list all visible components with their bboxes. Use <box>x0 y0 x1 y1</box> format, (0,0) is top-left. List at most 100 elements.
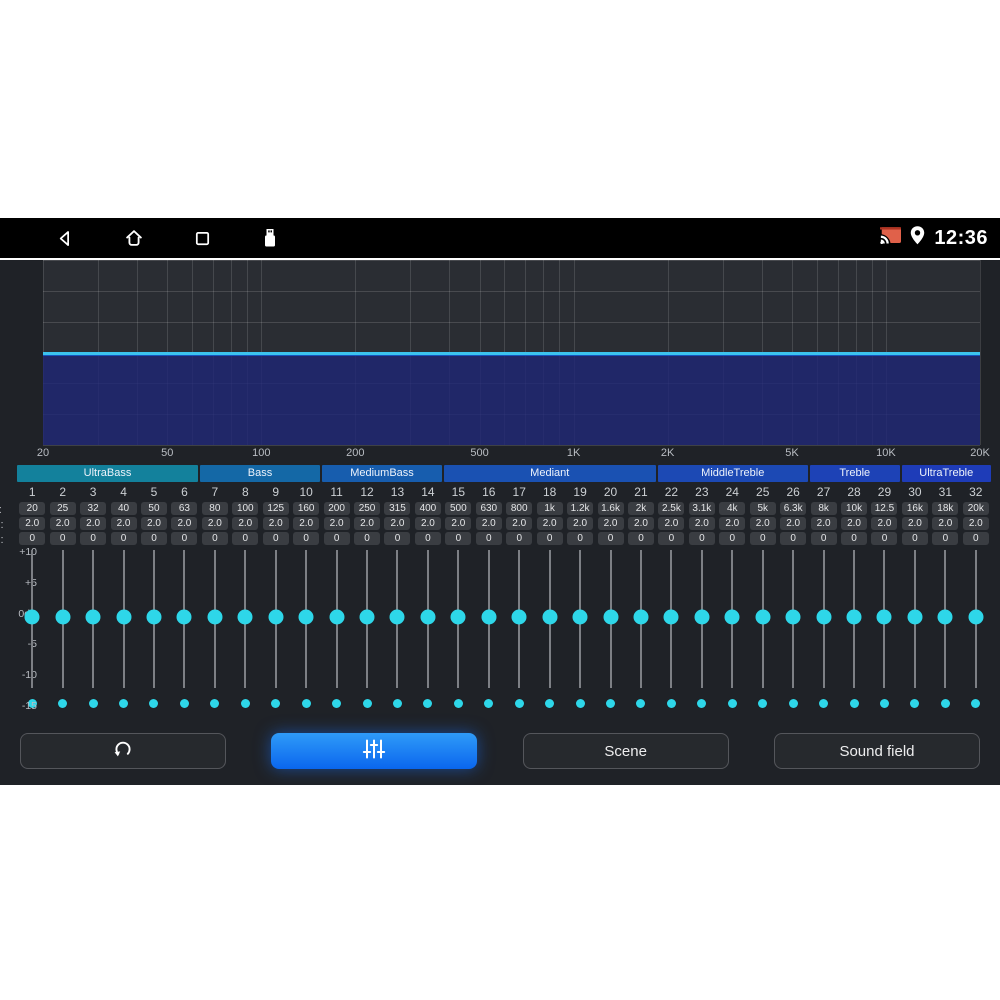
slider-knob[interactable] <box>572 609 588 625</box>
gain-value-chip[interactable]: 0 <box>810 532 837 545</box>
gain-value-chip[interactable]: 0 <box>536 532 563 545</box>
q-value-chip[interactable]: 2.0 <box>262 517 289 530</box>
channel-dot[interactable] <box>362 698 372 708</box>
frequency-value-chip[interactable]: 40 <box>110 502 137 515</box>
frequency-value-chip[interactable]: 800 <box>506 502 533 515</box>
gain-value-chip[interactable]: 0 <box>749 532 776 545</box>
channel-dot[interactable] <box>453 698 463 708</box>
q-value-chip[interactable]: 2.0 <box>354 517 381 530</box>
frequency-value-chip[interactable]: 200 <box>323 502 350 515</box>
gain-value-chip[interactable]: 0 <box>262 532 289 545</box>
channel-dot[interactable] <box>332 698 342 708</box>
band-segment-mediumbass[interactable]: MediumBass <box>322 465 442 482</box>
frequency-value-chip[interactable]: 16k <box>901 502 928 515</box>
slider-knob[interactable] <box>176 609 192 625</box>
q-value-chip[interactable]: 2.0 <box>49 517 76 530</box>
frequency-value-chip[interactable]: 18k <box>932 502 959 515</box>
gain-value-chip[interactable]: 0 <box>506 532 533 545</box>
channel-dot[interactable] <box>423 698 433 708</box>
q-value-chip[interactable]: 2.0 <box>597 517 624 530</box>
slider-knob[interactable] <box>389 609 405 625</box>
q-value-chip[interactable]: 2.0 <box>323 517 350 530</box>
q-value-chip[interactable]: 2.0 <box>384 517 411 530</box>
slider-knob[interactable] <box>755 609 771 625</box>
channel-dot[interactable] <box>484 698 494 708</box>
gain-value-chip[interactable]: 0 <box>567 532 594 545</box>
gain-value-chip[interactable]: 0 <box>140 532 167 545</box>
gain-value-chip[interactable]: 0 <box>323 532 350 545</box>
usb-drive-icon[interactable] <box>260 227 280 249</box>
channel-dot[interactable] <box>58 698 68 708</box>
slider-knob[interactable] <box>876 609 892 625</box>
slider-knob[interactable] <box>450 609 466 625</box>
sound-field-button[interactable]: Sound field <box>773 733 980 769</box>
frequency-value-chip[interactable]: 250 <box>354 502 381 515</box>
gain-value-chip[interactable]: 0 <box>201 532 228 545</box>
frequency-value-chip[interactable]: 1.6k <box>597 502 624 515</box>
slider-knob[interactable] <box>420 609 436 625</box>
slider-knob[interactable] <box>298 609 314 625</box>
q-value-chip[interactable]: 2.0 <box>80 517 107 530</box>
frequency-value-chip[interactable]: 630 <box>475 502 502 515</box>
q-value-chip[interactable]: 2.0 <box>932 517 959 530</box>
gain-value-chip[interactable]: 0 <box>871 532 898 545</box>
q-value-chip[interactable]: 2.0 <box>445 517 472 530</box>
channel-dot[interactable] <box>940 698 950 708</box>
slider-knob[interactable] <box>846 609 862 625</box>
frequency-value-chip[interactable]: 4k <box>719 502 746 515</box>
q-value-chip[interactable]: 2.0 <box>719 517 746 530</box>
channel-dot[interactable] <box>301 698 311 708</box>
channel-dot[interactable] <box>119 698 129 708</box>
slider-knob[interactable] <box>359 609 375 625</box>
slider-knob[interactable] <box>237 609 253 625</box>
channel-dot[interactable] <box>849 698 859 708</box>
frequency-value-chip[interactable]: 2.5k <box>658 502 685 515</box>
frequency-value-chip[interactable]: 6.3k <box>780 502 807 515</box>
gain-value-chip[interactable]: 0 <box>80 532 107 545</box>
slider-knob[interactable] <box>603 609 619 625</box>
frequency-value-chip[interactable]: 50 <box>140 502 167 515</box>
slider-knob[interactable] <box>207 609 223 625</box>
q-value-chip[interactable]: 2.0 <box>627 517 654 530</box>
frequency-value-chip[interactable]: 1.2k <box>567 502 594 515</box>
frequency-value-chip[interactable]: 12.5 <box>871 502 898 515</box>
recents-icon[interactable] <box>192 228 213 249</box>
q-value-chip[interactable]: 2.0 <box>962 517 989 530</box>
channel-dot[interactable] <box>910 698 920 708</box>
channel-dot[interactable] <box>88 698 98 708</box>
band-segment-ultrabass[interactable]: UltraBass <box>17 465 198 482</box>
gain-value-chip[interactable]: 0 <box>780 532 807 545</box>
home-icon[interactable] <box>123 227 145 249</box>
channel-dot[interactable] <box>788 698 798 708</box>
gain-value-chip[interactable]: 0 <box>384 532 411 545</box>
band-segment-mediant[interactable]: Mediant <box>444 465 656 482</box>
slider-knob[interactable] <box>146 609 162 625</box>
slider-knob[interactable] <box>329 609 345 625</box>
q-value-chip[interactable]: 2.0 <box>475 517 502 530</box>
gain-value-chip[interactable]: 0 <box>354 532 381 545</box>
q-value-chip[interactable]: 2.0 <box>810 517 837 530</box>
q-value-chip[interactable]: 2.0 <box>506 517 533 530</box>
channel-dot[interactable] <box>727 698 737 708</box>
gain-value-chip[interactable]: 0 <box>627 532 654 545</box>
q-value-chip[interactable]: 2.0 <box>110 517 137 530</box>
frequency-value-chip[interactable]: 20k <box>962 502 989 515</box>
slider-knob[interactable] <box>663 609 679 625</box>
slider-knob[interactable] <box>937 609 953 625</box>
channel-dot[interactable] <box>971 698 981 708</box>
channel-dot[interactable] <box>606 698 616 708</box>
q-value-chip[interactable]: 2.0 <box>232 517 259 530</box>
slider-knob[interactable] <box>268 609 284 625</box>
slider-knob[interactable] <box>511 609 527 625</box>
q-value-chip[interactable]: 2.0 <box>536 517 563 530</box>
channel-dot[interactable] <box>575 698 585 708</box>
slider-knob[interactable] <box>724 609 740 625</box>
channel-dot[interactable] <box>666 698 676 708</box>
channel-dot[interactable] <box>392 698 402 708</box>
gain-value-chip[interactable]: 0 <box>49 532 76 545</box>
back-icon[interactable] <box>55 228 76 249</box>
q-value-chip[interactable]: 2.0 <box>871 517 898 530</box>
frequency-value-chip[interactable]: 100 <box>232 502 259 515</box>
q-value-chip[interactable]: 2.0 <box>567 517 594 530</box>
gain-value-chip[interactable]: 0 <box>475 532 502 545</box>
